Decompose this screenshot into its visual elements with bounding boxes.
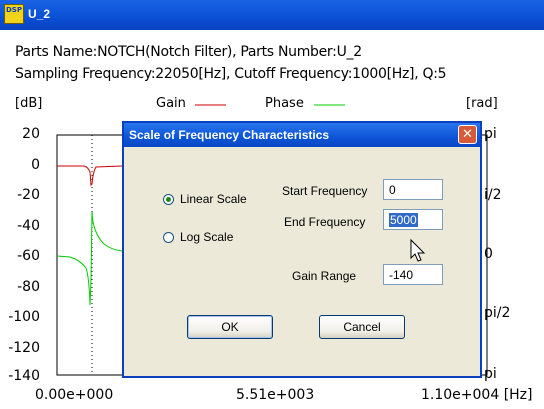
dialog-title-bar[interactable]: Scale of Frequency Characteristics ✕ xyxy=(124,123,480,147)
end-frequency-value: 5000 xyxy=(389,213,418,227)
linear-scale-label[interactable]: Linear Scale xyxy=(180,192,247,206)
end-frequency-input[interactable]: 5000 xyxy=(383,209,443,230)
start-frequency-label: Start Frequency xyxy=(282,184,368,198)
dialog-title: Scale of Frequency Characteristics xyxy=(129,128,330,142)
close-icon[interactable]: ✕ xyxy=(458,125,477,144)
scale-dialog: Scale of Frequency Characteristics ✕ Lin… xyxy=(122,121,482,378)
start-frequency-input[interactable]: 0 xyxy=(383,179,443,200)
log-scale-radio[interactable] xyxy=(163,232,174,243)
phase-curve xyxy=(56,211,123,306)
cancel-button[interactable]: Cancel xyxy=(319,315,405,339)
linear-scale-radio[interactable] xyxy=(163,194,174,205)
ok-button[interactable]: OK xyxy=(187,315,273,339)
end-frequency-label: End Frequency xyxy=(284,215,366,229)
gain-curve xyxy=(57,165,123,187)
gain-range-input[interactable]: -140 xyxy=(383,264,443,285)
log-scale-label[interactable]: Log Scale xyxy=(180,230,233,244)
gain-range-label: Gain Range xyxy=(292,269,357,283)
